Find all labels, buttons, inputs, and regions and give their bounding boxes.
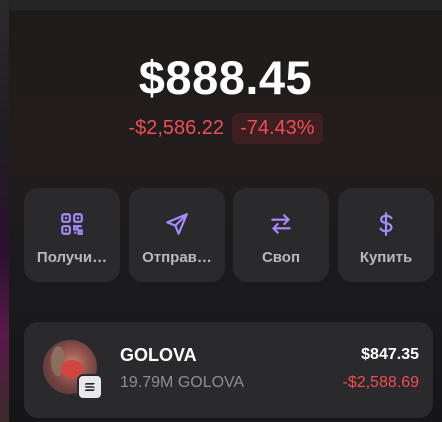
balance-change-percent-badge: -74.43% — [232, 113, 323, 144]
token-name: GOLOVA — [120, 345, 197, 365]
send-button-label: Отправ… — [142, 249, 212, 266]
buy-button[interactable]: Купить — [338, 188, 434, 282]
buy-button-label: Купить — [359, 249, 413, 266]
dollar-icon — [379, 212, 393, 236]
swap-icon — [271, 214, 291, 234]
total-balance: $888.45 — [138, 51, 313, 104]
balance-change-row: -$2,586.22 -74.43% — [9, 113, 442, 144]
token-list-item[interactable]: GOLOVA 19.79M GOLOVA $847.35 -$2,588.69 — [24, 322, 433, 418]
balance-change-value: -$2,586.22 — [128, 117, 225, 139]
receive-button[interactable]: Получи… — [24, 188, 120, 282]
swap-button[interactable]: Своп — [233, 188, 329, 282]
receive-button-label: Получи… — [36, 249, 108, 266]
action-buttons: Получи… Отправ… Своп Купить — [24, 188, 442, 284]
token-value: $847.35 — [361, 346, 419, 363]
qr-code-icon — [61, 213, 83, 235]
solana-icon — [77, 374, 103, 400]
wallet-panel: $888.45 -$2,586.22 -74.43% Получи… Отпра… — [9, 10, 442, 422]
token-change: -$2,588.69 — [342, 374, 419, 391]
background-window-edge — [0, 0, 9, 422]
send-button[interactable]: Отправ… — [129, 188, 225, 282]
token-amount: 19.79M GOLOVA — [120, 374, 245, 391]
swap-button-label: Своп — [261, 249, 301, 266]
panel-header-strip — [9, 0, 442, 10]
send-icon — [166, 213, 188, 235]
